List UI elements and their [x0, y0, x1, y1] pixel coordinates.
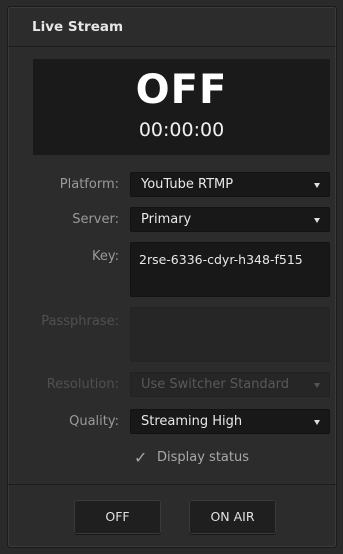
- server-dropdown[interactable]: Primary: [130, 207, 330, 232]
- key-label: Key:: [91, 249, 119, 264]
- quality-dropdown[interactable]: Streaming High: [130, 409, 330, 434]
- key-field[interactable]: 2rse-6336-cdyr-h348-f515: [130, 242, 330, 297]
- panel-header: Live Stream: [8, 7, 336, 47]
- stream-timer: 00:00:00: [138, 119, 225, 141]
- resolution-value: Use Switcher Standard: [141, 377, 290, 392]
- panel-title: Live Stream: [32, 19, 124, 35]
- platform-value: YouTube RTMP: [141, 177, 234, 192]
- passphrase-field: [130, 307, 330, 362]
- quality-label: Quality:: [69, 414, 119, 429]
- server-label: Server:: [72, 212, 119, 227]
- platform-dropdown[interactable]: YouTube RTMP: [130, 172, 330, 197]
- resolution-label: Resolution:: [46, 377, 119, 392]
- stream-status-display: OFF 00:00:00: [33, 59, 330, 155]
- stream-status-text: OFF: [135, 67, 228, 113]
- chevron-down-icon: [314, 218, 320, 223]
- panel-footer: OFF ON AIR: [8, 484, 336, 548]
- resolution-dropdown: Use Switcher Standard: [130, 372, 330, 397]
- on-air-button[interactable]: ON AIR: [189, 500, 276, 534]
- key-value: 2rse-6336-cdyr-h348-f515: [139, 252, 303, 267]
- passphrase-label: Passphrase:: [41, 314, 119, 329]
- chevron-down-icon: [314, 420, 320, 425]
- chevron-down-icon: [314, 383, 320, 388]
- live-stream-panel: Live Stream OFF 00:00:00 Platform: YouTu…: [7, 6, 337, 548]
- checkmark-icon: ✓: [134, 448, 148, 467]
- display-status-label: Display status: [157, 450, 249, 465]
- off-button[interactable]: OFF: [74, 500, 161, 534]
- server-value: Primary: [141, 212, 192, 227]
- quality-value: Streaming High: [141, 414, 243, 429]
- platform-label: Platform:: [59, 177, 119, 192]
- chevron-down-icon: [314, 183, 320, 188]
